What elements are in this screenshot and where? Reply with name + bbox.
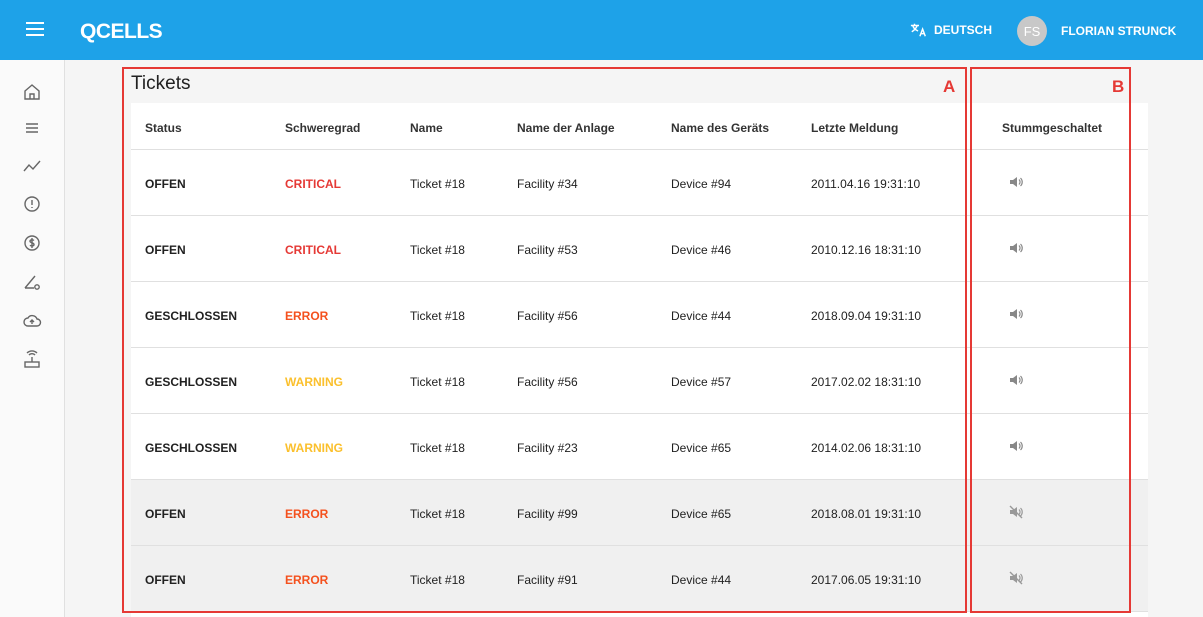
volume-on-icon[interactable]: [1008, 240, 1024, 256]
device-cell: Device #44: [671, 573, 732, 587]
status-cell: OFFEN: [145, 573, 186, 587]
tickets-table: Status Schweregrad Name Name der Anlage …: [131, 103, 1148, 617]
severity-cell: ERROR: [285, 309, 329, 323]
facility-cell: Facility #99: [517, 507, 578, 521]
name-cell: Ticket #18: [410, 375, 465, 389]
severity-cell: WARNING: [285, 441, 343, 455]
table-header: Status Schweregrad Name Name der Anlage …: [131, 103, 1148, 150]
name-cell: Ticket #18: [410, 243, 465, 257]
header-device[interactable]: Name des Geräts: [671, 121, 769, 135]
name-cell: Ticket #18: [410, 309, 465, 323]
home-icon[interactable]: [22, 82, 42, 102]
facility-cell: Facility #53: [517, 243, 578, 257]
last-message-cell: 2010.12.16 18:31:10: [811, 243, 922, 257]
table-row[interactable]: OFFEN ERROR Ticket #18 Facility #99 Device #…: [131, 480, 1148, 546]
name-cell: Ticket #18: [410, 441, 465, 455]
cloud-upload-icon[interactable]: [22, 311, 42, 331]
status-cell: OFFEN: [145, 507, 186, 521]
facility-cell: Facility #56: [517, 375, 578, 389]
table-row[interactable]: GESCHLOSSEN WARNING Ticket #18 Facility #23…: [131, 414, 1148, 480]
facility-cell: Facility #34: [517, 177, 578, 191]
name-cell: Ticket #18: [410, 507, 465, 521]
header-last-message[interactable]: Letzte Meldung: [811, 121, 898, 135]
severity-cell: CRITICAL: [285, 177, 341, 191]
sidebar: [0, 60, 65, 617]
translate-icon: [910, 23, 926, 37]
table-row[interactable]: GESCHLOSSEN WARNING Ticket #18 Facility #56…: [131, 348, 1148, 414]
device-cell: Device #44: [671, 309, 732, 323]
volume-on-icon[interactable]: [1008, 438, 1024, 454]
table-row[interactable]: GESCHLOSSEN ERROR Ticket #18 Facility #56 De…: [131, 282, 1148, 348]
volume-off-icon[interactable]: [1008, 504, 1024, 520]
menu-icon[interactable]: [26, 22, 44, 38]
header-name[interactable]: Name: [410, 121, 443, 135]
name-cell: Ticket #18: [410, 177, 465, 191]
device-cell: Device #65: [671, 441, 732, 455]
last-message-cell: 2018.09.04 19:31:10: [811, 309, 922, 323]
severity-cell: WARNING: [285, 375, 343, 389]
volume-on-icon[interactable]: [1008, 372, 1024, 388]
top-app-bar: QCELLS DEUTSCH FS FLORIAN STRUNCK: [0, 0, 1203, 60]
avatar[interactable]: FS: [1017, 16, 1047, 46]
status-cell: OFFEN: [145, 243, 186, 257]
angle-settings-icon[interactable]: [22, 272, 42, 292]
header-severity[interactable]: Schweregrad: [285, 121, 360, 135]
last-message-cell: 2011.04.16 19:31:10: [811, 177, 921, 191]
facility-cell: Facility #23: [517, 441, 578, 455]
facility-cell: Facility #56: [517, 309, 578, 323]
header-facility[interactable]: Name der Anlage: [517, 121, 615, 135]
status-cell: GESCHLOSSEN: [145, 375, 238, 389]
header-muted[interactable]: Stummgeschaltet: [1002, 121, 1102, 135]
name-cell: Ticket #18: [410, 573, 465, 587]
table-row[interactable]: OFFEN ERROR Ticket #18 Facility #91 Device #…: [131, 546, 1148, 612]
user-name[interactable]: FLORIAN STRUNCK: [1061, 24, 1176, 38]
last-message-cell: 2017.02.02 18:31:10: [811, 375, 922, 389]
table-row[interactable]: OFFEN CRITICAL Ticket #18 Facility #34 Devic…: [131, 150, 1148, 216]
annotation-label-b: B: [1112, 77, 1125, 96]
volume-off-icon[interactable]: [1008, 570, 1024, 586]
status-cell: OFFEN: [145, 177, 186, 191]
volume-on-icon[interactable]: [1008, 306, 1024, 322]
device-cell: Device #57: [671, 375, 732, 389]
last-message-cell: 2017.06.05 19:31:10: [811, 573, 922, 587]
app-logo[interactable]: QCELLS: [80, 20, 163, 44]
router-icon[interactable]: [22, 350, 42, 370]
table-row[interactable]: OFFEN CRITICAL Ticket #18 Facility #53 Devic…: [131, 216, 1148, 282]
volume-on-icon[interactable]: [1008, 174, 1024, 190]
trending-icon[interactable]: [22, 156, 42, 176]
severity-cell: CRITICAL: [285, 243, 341, 257]
language-label: DEUTSCH: [934, 23, 993, 37]
status-cell: GESCHLOSSEN: [145, 441, 238, 455]
dollar-icon[interactable]: [22, 233, 42, 253]
list-icon[interactable]: [22, 118, 42, 138]
last-message-cell: 2018.08.01 19:31:10: [811, 507, 922, 521]
last-message-cell: 2014.02.06 18:31:10: [811, 441, 922, 455]
language-switcher[interactable]: DEUTSCH: [910, 22, 992, 38]
status-cell: GESCHLOSSEN: [145, 309, 238, 323]
device-cell: Device #65: [671, 507, 732, 521]
header-status[interactable]: Status: [145, 121, 182, 135]
severity-cell: ERROR: [285, 507, 329, 521]
facility-cell: Facility #91: [517, 573, 578, 587]
severity-cell: ERROR: [285, 573, 329, 587]
annotation-label-a: A: [943, 77, 956, 96]
device-cell: Device #94: [671, 177, 732, 191]
page-title: Tickets: [131, 73, 191, 94]
alert-icon[interactable]: [22, 194, 42, 214]
device-cell: Device #46: [671, 243, 732, 257]
